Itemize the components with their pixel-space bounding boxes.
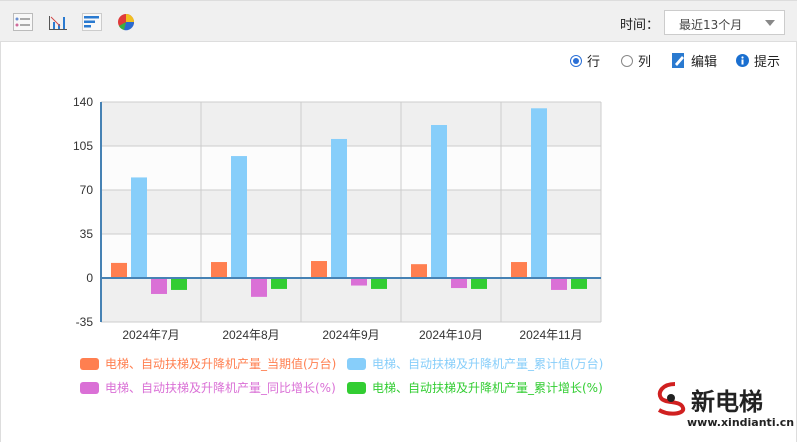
bar [471, 278, 487, 289]
y-tick-label: 70 [80, 183, 94, 197]
y-tick-label: 35 [80, 227, 94, 241]
logo-icon [657, 382, 686, 416]
bar [311, 261, 327, 278]
y-tick-label: -35 [76, 315, 94, 329]
grid-band [101, 102, 601, 146]
logo-text: 新电梯 [691, 388, 763, 416]
y-tick-label: 0 [86, 271, 93, 285]
bar [351, 278, 367, 286]
bar [451, 278, 467, 289]
legend-label: 电梯、自动扶梯及升降机产量_累计增长(%) [372, 381, 603, 395]
y-tick-label: 140 [73, 95, 93, 109]
legend-item-0[interactable]: 电梯、自动扶梯及升降机产量_当期值(万台) [80, 355, 336, 372]
bar [331, 138, 347, 278]
legend-label: 电梯、自动扶梯及升降机产量_当期值(万台) [105, 357, 337, 371]
bar [411, 264, 427, 278]
bar [371, 278, 387, 289]
bar [231, 156, 247, 278]
legend-swatch [80, 381, 99, 394]
legend-swatch [347, 357, 366, 370]
bar [211, 262, 227, 278]
legend-item-3[interactable]: 电梯、自动扶梯及升降机产量_累计增长(%) [347, 379, 603, 396]
bar [271, 278, 287, 289]
y-tick-label: 105 [73, 139, 93, 153]
logo-url: www.xindianti.cn [687, 416, 795, 429]
x-tick-label: 2024年8月 [222, 328, 279, 342]
watermark-logo: 新电梯 www.xindianti.cn [655, 380, 794, 429]
bar [131, 177, 147, 278]
grid-band [101, 146, 601, 190]
bar [151, 278, 167, 294]
bar [251, 278, 267, 297]
bar [431, 125, 447, 279]
bar [531, 108, 547, 279]
legend-label: 电梯、自动扶梯及升降机产量_累计值(万台) [372, 357, 604, 371]
bar [571, 278, 587, 289]
grid-band [101, 190, 601, 234]
bar [111, 262, 127, 278]
x-tick-label: 2024年7月 [122, 328, 179, 342]
legend-item-2[interactable]: 电梯、自动扶梯及升降机产量_同比增长(%) [80, 379, 336, 396]
legend-label: 电梯、自动扶梯及升降机产量_同比增长(%) [105, 381, 336, 395]
bar-chart: 140 105 70 35 0 -35 2024年7月 2024年8月 2024年9月 2024年… [73, 95, 602, 342]
x-tick-label: 2024年11月 [519, 328, 582, 342]
bar [551, 278, 567, 290]
x-tick-label: 2024年9月 [322, 328, 379, 342]
x-tick-label: 2024年10月 [419, 328, 483, 342]
legend-swatch [347, 381, 366, 394]
bar [511, 262, 527, 278]
legend-item-1[interactable]: 电梯、自动扶梯及升降机产量_累计值(万台) [347, 355, 603, 372]
legend-swatch [80, 357, 99, 370]
bar [171, 278, 187, 290]
